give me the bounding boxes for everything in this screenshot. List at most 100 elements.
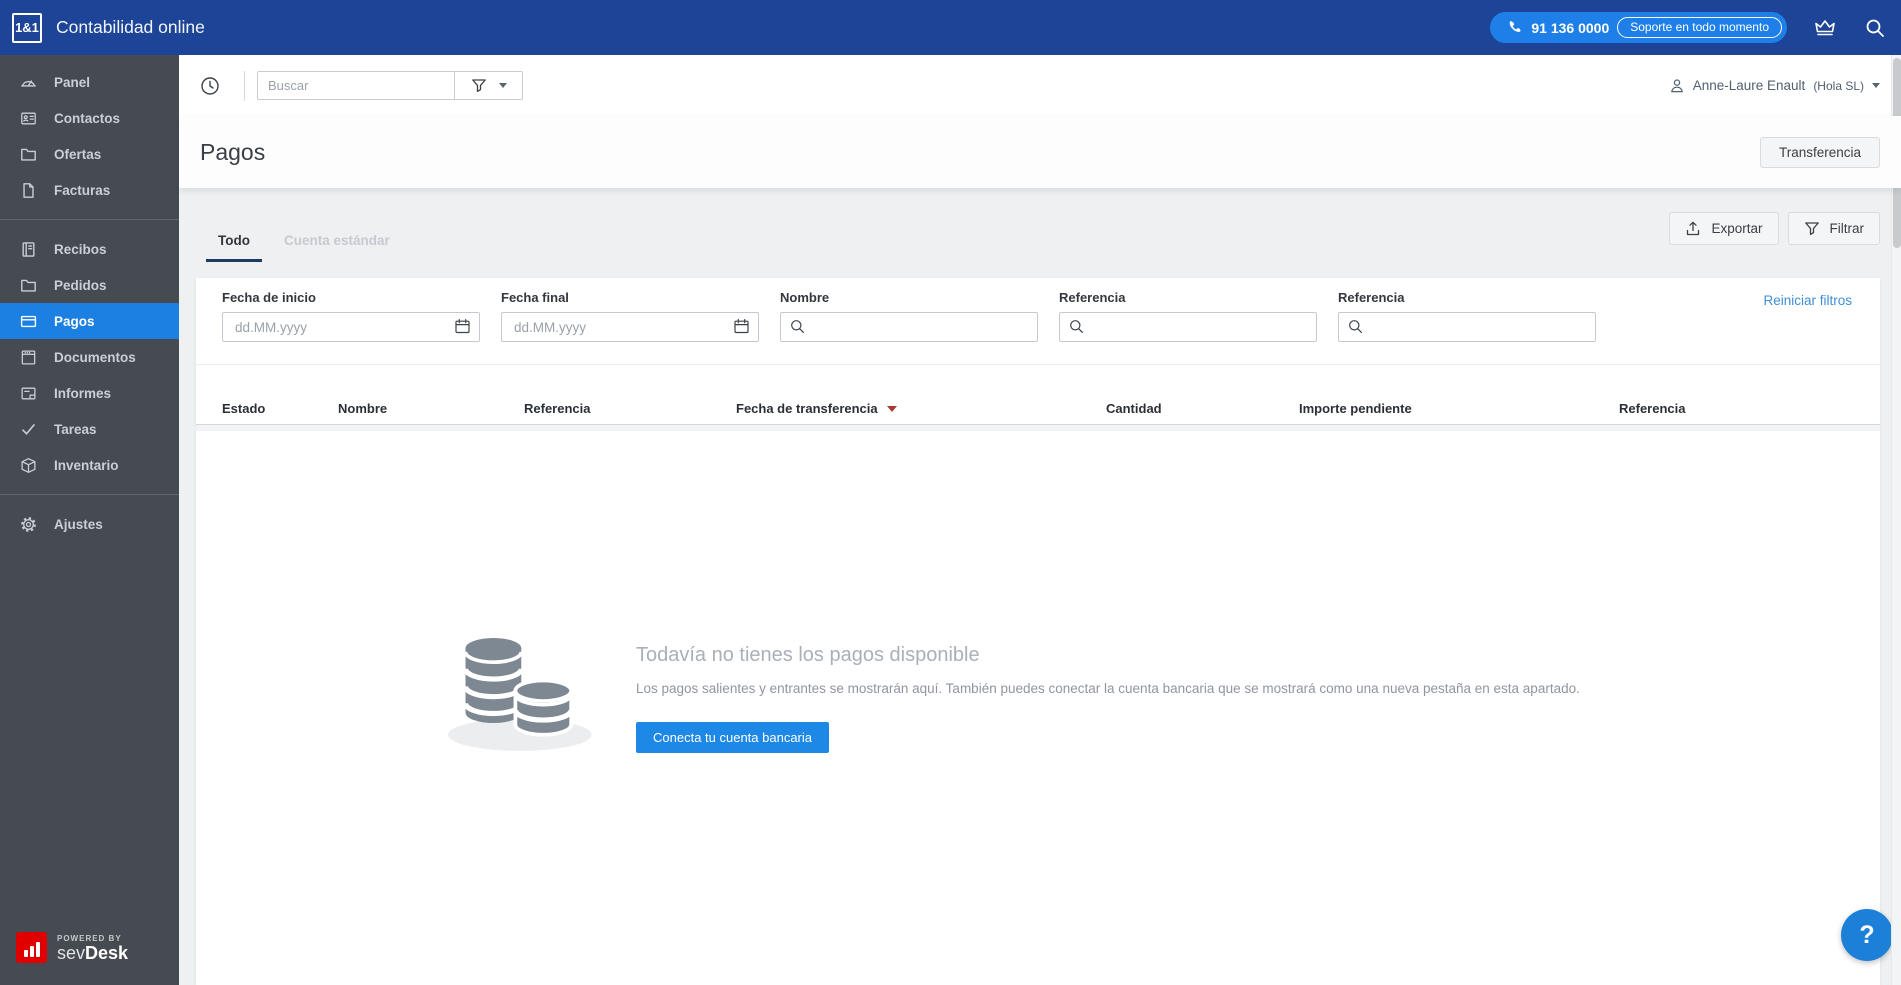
sidebar-item-contactos[interactable]: Contactos (0, 100, 179, 136)
global-search (257, 71, 523, 100)
sidebar-item-inventario[interactable]: Inventario (0, 447, 179, 483)
topbar: 1&1 Contabilidad online 91 136 0000 Sopo… (0, 0, 1901, 55)
sidebar-item-recibos[interactable]: Recibos (0, 231, 179, 267)
chevron-down-icon (1872, 83, 1880, 88)
sidebar-item-label: Pedidos (54, 278, 107, 293)
sidebar-item-ofertas[interactable]: Ofertas (0, 136, 179, 172)
user-company: (Hola SL) (1813, 79, 1864, 93)
search-icon (1068, 318, 1085, 335)
folder-icon (20, 146, 37, 163)
phone-icon (1506, 19, 1523, 36)
sidebar-item-informes[interactable]: Informes (0, 375, 179, 411)
tab-todo[interactable]: Todo (206, 233, 262, 262)
sidebar-item-label: Recibos (54, 242, 107, 257)
fecha-final-input[interactable] (501, 312, 759, 342)
powered-by-label: POWERED BY (57, 934, 128, 943)
search-icon (1347, 318, 1364, 335)
sort-desc-icon (887, 406, 897, 412)
sidebar-item-label: Documentos (54, 350, 136, 365)
app-title: Contabilidad online (56, 17, 205, 38)
search-icon[interactable] (1863, 16, 1887, 40)
tab-strip: Todo Cuenta estándar Exportar Filtrar (196, 205, 1880, 262)
sevdesk-brand: sevDesk (57, 944, 128, 962)
page-title: Pagos (200, 139, 265, 166)
column-referencia[interactable]: Referencia (524, 401, 736, 416)
gear-icon (20, 516, 37, 533)
chevron-down-icon (499, 83, 507, 88)
column-estado[interactable]: Estado (222, 401, 338, 416)
sidebar-item-label: Facturas (54, 183, 110, 198)
table-header: Estado Nombre Referencia Fecha de transf… (196, 393, 1880, 425)
coins-illustration (445, 629, 599, 754)
payments-card: Fecha de inicio Fecha final Nombre (196, 278, 1880, 985)
sidebar-divider (0, 494, 179, 495)
filter-referencia-1: Referencia (1059, 290, 1317, 342)
sidebar-item-facturas[interactable]: Facturas (0, 172, 179, 208)
history-clock-icon[interactable] (200, 76, 220, 96)
empty-state: Todavía no tienes los pagos disponible L… (445, 629, 1880, 754)
referencia-input-1[interactable] (1059, 312, 1317, 342)
column-nombre[interactable]: Nombre (338, 401, 524, 416)
nombre-input[interactable] (780, 312, 1038, 342)
column-referencia-2[interactable]: Referencia (1619, 401, 1854, 416)
credit-card-icon (20, 313, 37, 330)
support-phone-pill[interactable]: 91 136 0000 Soporte en todo momento (1490, 12, 1787, 43)
funnel-icon (471, 78, 487, 94)
brand-logo[interactable]: 1&1 (12, 13, 42, 43)
sidebar-item-label: Contactos (54, 111, 120, 126)
referencia-input-2[interactable] (1338, 312, 1596, 342)
filter-button[interactable]: Filtrar (1788, 212, 1881, 245)
sidebar-item-documentos[interactable]: Documentos (0, 339, 179, 375)
sevdesk-logo-icon (16, 932, 47, 963)
folder-icon (20, 277, 37, 294)
export-button[interactable]: Exportar (1669, 212, 1778, 245)
reset-filters-link[interactable]: Reiniciar filtros (1763, 293, 1852, 308)
dashboard-icon (20, 74, 37, 91)
user-name: Anne-Laure Enault (1693, 78, 1806, 93)
search-icon (789, 318, 806, 335)
funnel-icon (1804, 221, 1820, 237)
upgrade-crown-icon[interactable] (1813, 16, 1837, 40)
calendar-icon[interactable] (454, 318, 471, 335)
sidebar: Panel Contactos Ofertas Facturas Recibos… (0, 55, 179, 985)
filter-row: Fecha de inicio Fecha final Nombre (196, 278, 1880, 365)
user-menu[interactable]: Anne-Laure Enault (Hola SL) (1669, 78, 1880, 94)
help-button[interactable]: ? (1841, 909, 1893, 961)
connect-bank-account-button[interactable]: Conecta tu cuenta bancaria (636, 722, 829, 753)
column-cantidad[interactable]: Cantidad (1106, 401, 1299, 416)
sidebar-item-label: Ofertas (54, 147, 101, 162)
transfer-button[interactable]: Transferencia (1760, 137, 1880, 168)
sidebar-item-ajustes[interactable]: Ajustes (0, 506, 179, 542)
fecha-inicio-input[interactable] (222, 312, 480, 342)
sidebar-item-pedidos[interactable]: Pedidos (0, 267, 179, 303)
calendar-icon[interactable] (733, 318, 750, 335)
support-badge: Soporte en todo momento (1617, 17, 1782, 38)
sidebar-item-panel[interactable]: Panel (0, 64, 179, 100)
empty-state-description: Los pagos salientes y entrantes se mostr… (636, 681, 1580, 696)
global-toolbar: Anne-Laure Enault (Hola SL) (179, 55, 1901, 116)
search-filter-dropdown[interactable] (455, 71, 523, 100)
export-icon (1685, 221, 1701, 237)
table-header-shadow (196, 425, 1880, 431)
column-fecha-transferencia[interactable]: Fecha de transferencia (736, 401, 1106, 416)
search-input[interactable] (257, 71, 455, 100)
sidebar-item-label: Inventario (54, 458, 119, 473)
empty-state-title: Todavía no tienes los pagos disponible (636, 644, 1580, 667)
sidebar-item-pagos[interactable]: Pagos (0, 303, 179, 339)
sidebar-divider (0, 219, 179, 220)
sidebar-item-tareas[interactable]: Tareas (0, 411, 179, 447)
support-phone-number: 91 136 0000 (1531, 20, 1609, 36)
user-icon (1669, 78, 1685, 94)
receipt-book-icon (20, 241, 37, 258)
column-importe-pendiente[interactable]: Importe pendiente (1299, 401, 1619, 416)
vertical-scrollbar[interactable] (1891, 55, 1901, 985)
sidebar-item-label: Tareas (54, 422, 97, 437)
report-icon (20, 385, 37, 402)
sidebar-item-label: Ajustes (54, 517, 103, 532)
filter-nombre: Nombre (780, 290, 1038, 342)
tab-cuenta-estandar[interactable]: Cuenta estándar (272, 233, 402, 262)
powered-by-sevdesk[interactable]: POWERED BY sevDesk (16, 932, 128, 963)
filter-fecha-inicio: Fecha de inicio (222, 290, 480, 342)
checkmark-icon (20, 421, 37, 438)
contacts-icon (20, 110, 37, 127)
